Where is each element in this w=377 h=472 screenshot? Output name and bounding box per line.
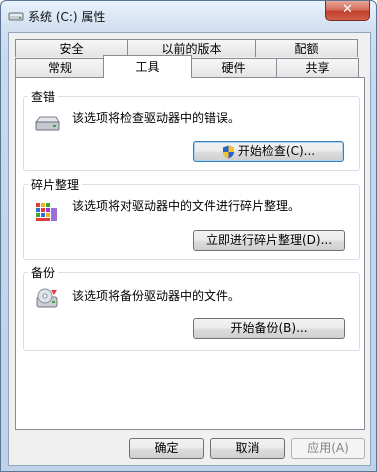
backup-icon [36, 288, 58, 308]
backup-description: 该选项将备份驱动器中的文件。 [72, 289, 241, 303]
tab-general[interactable]: 常规 [15, 58, 105, 78]
backup-group: 备份 该选项将备份驱动器中的文件。 开始备份(B)... [23, 264, 360, 351]
dialog-client: 安全 以前的版本 配额 常规 工具 硬件 共享 查错 该选项将检查驱动器中的错误… [8, 32, 371, 466]
apply-button[interactable]: 应用(A) [291, 438, 365, 459]
tab-quota[interactable]: 配额 [255, 39, 358, 57]
tab-tools[interactable]: 工具 [103, 55, 192, 78]
uac-shield-icon [222, 145, 234, 158]
error-check-description: 该选项将检查驱动器中的错误。 [72, 111, 241, 125]
start-check-button[interactable]: 开始检查(C)... [193, 141, 344, 162]
tools-tab-panel: 查错 该选项将检查驱动器中的错误。 开始检查(C)... 碎片整理 该选项将对驱… [15, 77, 365, 430]
title-bar[interactable]: 系统 (C:) 属性 ✕ [1, 1, 376, 31]
error-check-group: 查错 该选项将检查驱动器中的错误。 开始检查(C)... [23, 88, 360, 171]
properties-window: 系统 (C:) 属性 ✕ 安全 以前的版本 配额 常规 工具 硬件 共享 查错 … [0, 0, 377, 472]
tab-hardware[interactable]: 硬件 [190, 58, 277, 78]
tab-sharing[interactable]: 共享 [276, 58, 359, 78]
defrag-now-button[interactable]: 立即进行碎片整理(D)... [193, 230, 345, 251]
backup-title: 备份 [28, 264, 59, 281]
defrag-group: 碎片整理 该选项将对驱动器中的文件进行碎片整理。 立即进行碎片整理(D)... [23, 176, 360, 260]
error-check-title: 查错 [28, 88, 59, 105]
cancel-button[interactable]: 取消 [210, 438, 285, 459]
defrag-description: 该选项将对驱动器中的文件进行碎片整理。 [72, 199, 301, 213]
window-title: 系统 (C:) 属性 [28, 10, 106, 24]
start-backup-button[interactable]: 开始备份(B)... [193, 318, 345, 339]
defrag-title: 碎片整理 [28, 176, 83, 193]
drive-app-icon [8, 12, 24, 21]
ok-button[interactable]: 确定 [129, 438, 204, 459]
close-button[interactable]: ✕ [325, 1, 370, 21]
drive-icon [34, 116, 60, 131]
defrag-icon [36, 203, 57, 221]
